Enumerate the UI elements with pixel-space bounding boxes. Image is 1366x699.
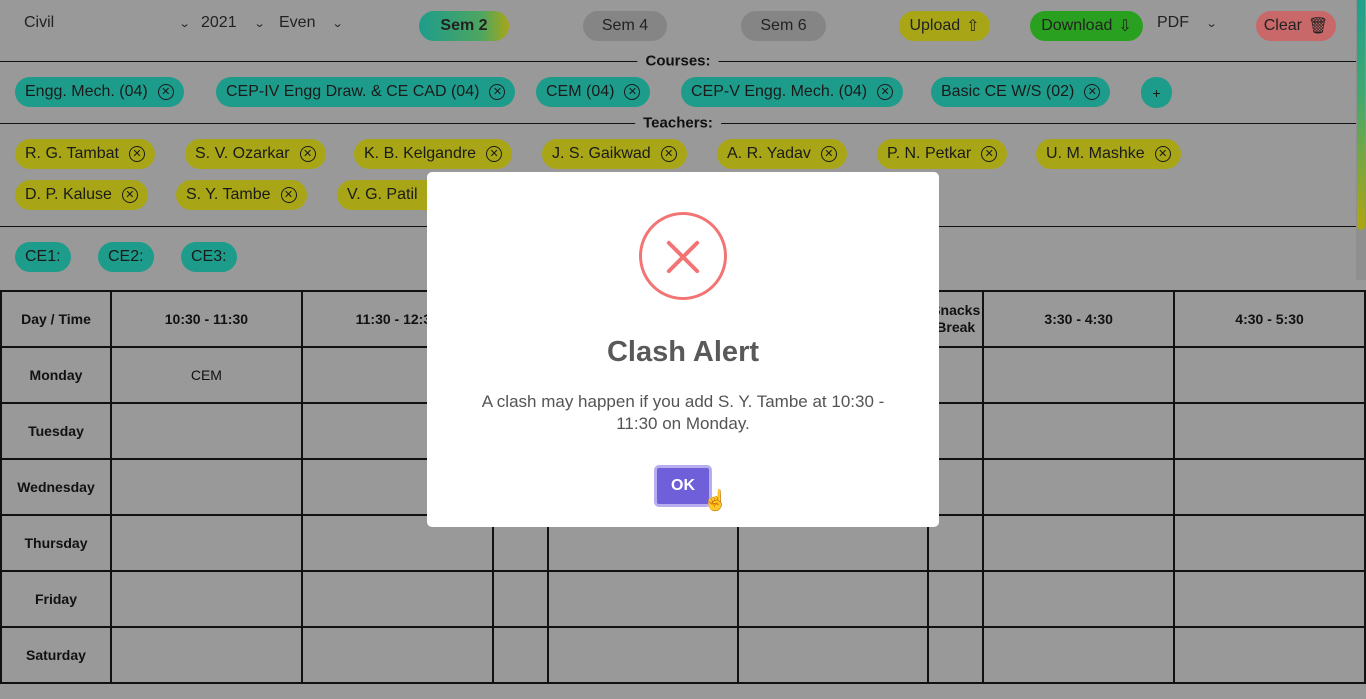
timetable-cell[interactable] — [927, 570, 985, 628]
timetable-cell[interactable] — [982, 458, 1176, 516]
course-chip[interactable]: CEP-IV Engg Draw. & CE CAD (04) ✕ — [216, 77, 516, 107]
sem-2-button[interactable]: Sem 2 — [419, 11, 509, 41]
day-label: Wednesday — [0, 458, 112, 516]
remove-icon[interactable]: ✕ — [981, 146, 998, 162]
teacher-chip[interactable]: R. G. Tambat ✕ — [15, 139, 155, 169]
day-label: Saturday — [0, 626, 112, 684]
download-button[interactable]: Download ⇩ — [1030, 11, 1143, 41]
remove-icon[interactable]: ✕ — [157, 84, 174, 100]
modal-title: Clash Alert — [606, 336, 760, 368]
teacher-chip[interactable]: P. N. Petkar ✕ — [877, 139, 1008, 169]
timetable-cell[interactable] — [109, 458, 303, 516]
timetable-cell[interactable] — [1173, 570, 1366, 628]
column-header: 3:30 - 4:30 — [982, 290, 1176, 348]
timetable-cell[interactable] — [1173, 346, 1366, 404]
upload-button[interactable]: Upload ⇧ — [899, 11, 990, 41]
teacher-chip[interactable]: S. V. Ozarkar ✕ — [185, 139, 326, 169]
remove-icon[interactable]: ✕ — [486, 146, 503, 162]
timetable-cell[interactable] — [300, 570, 494, 628]
remove-icon[interactable]: ✕ — [1084, 84, 1101, 100]
remove-icon[interactable]: ✕ — [128, 146, 145, 162]
teacher-chip[interactable]: S. Y. Tambe ✕ — [176, 180, 307, 210]
course-chip[interactable]: CEP-V Engg. Mech. (04) ✕ — [681, 77, 904, 107]
hand-cursor-icon: ☝ — [703, 490, 728, 512]
timetable-cell[interactable] — [546, 570, 740, 628]
teacher-chip[interactable]: D. P. Kaluse ✕ — [15, 180, 148, 210]
timetable-cell[interactable] — [982, 346, 1176, 404]
column-header: 10:30 - 11:30 — [109, 290, 303, 348]
timetable-cell[interactable] — [109, 570, 303, 628]
remove-icon[interactable]: ✕ — [877, 84, 894, 100]
format-select[interactable]: PDF ⌄ — [1157, 14, 1218, 32]
timetable-cell[interactable] — [491, 570, 549, 628]
timetable-cell[interactable] — [982, 514, 1176, 572]
remove-icon[interactable]: ✕ — [299, 146, 316, 162]
course-chip[interactable]: Engg. Mech. (04) ✕ — [15, 77, 184, 107]
timetable-cell[interactable] — [1173, 626, 1366, 684]
remove-icon[interactable]: ✕ — [820, 146, 837, 162]
remove-icon[interactable]: ✕ — [660, 146, 677, 162]
column-header: 4:30 - 5:30 — [1173, 290, 1366, 348]
remove-icon[interactable]: ✕ — [489, 84, 506, 100]
clash-alert-modal: Clash Alert A clash may happen if you ad… — [427, 172, 939, 527]
table-row: Saturday — [0, 626, 1366, 684]
remove-icon[interactable]: ✕ — [1154, 146, 1171, 162]
timetable-cell[interactable] — [546, 626, 740, 684]
timetable-cell[interactable] — [109, 402, 303, 460]
teacher-chip[interactable]: A. R. Yadav ✕ — [717, 139, 847, 169]
teacher-chip[interactable]: J. S. Gaikwad ✕ — [542, 139, 687, 169]
timetable-cell[interactable] — [737, 626, 930, 684]
trash-icon: 🗑 — [1307, 18, 1329, 35]
modal-message: A clash may happen if you add S. Y. Tamb… — [481, 392, 885, 433]
add-course-button[interactable]: + — [1141, 77, 1172, 108]
clear-button[interactable]: Clear 🗑 — [1256, 11, 1336, 41]
error-x-icon — [639, 212, 727, 300]
sem-6-button[interactable]: Sem 6 — [741, 11, 826, 41]
file-download-icon: ⇩ — [1118, 18, 1132, 35]
timetable-cell[interactable] — [300, 626, 494, 684]
class-chip-ce1[interactable]: CE1: — [15, 242, 71, 272]
chevron-down-icon: ⌄ — [332, 17, 345, 30]
scrollbar-thumb[interactable] — [1357, 0, 1365, 230]
sem-4-button[interactable]: Sem 4 — [583, 11, 667, 41]
timetable-cell[interactable] — [491, 626, 549, 684]
day-label: Monday — [0, 346, 112, 404]
day-label: Tuesday — [0, 402, 112, 460]
timetable-cell[interactable] — [982, 626, 1176, 684]
day-label: Thursday — [0, 514, 112, 572]
course-chip[interactable]: CEM (04) ✕ — [536, 77, 651, 107]
class-chip-ce2[interactable]: CE2: — [98, 242, 154, 272]
remove-icon[interactable]: ✕ — [624, 84, 641, 100]
chevron-down-icon: ⌄ — [253, 17, 266, 30]
column-header: Day / Time — [0, 290, 112, 348]
teachers-heading: Teachers: — [635, 114, 721, 132]
course-chip[interactable]: Basic CE W/S (02) ✕ — [931, 77, 1111, 107]
department-select[interactable]: Civil ⌄ — [24, 14, 191, 32]
teacher-chip[interactable]: K. B. Kelgandre ✕ — [354, 139, 513, 169]
year-select[interactable]: 2021 ⌄ — [201, 14, 266, 32]
timetable-cell[interactable] — [109, 514, 303, 572]
courses-heading: Courses: — [637, 52, 719, 70]
timetable-cell[interactable] — [927, 626, 985, 684]
chevron-down-icon: ⌄ — [1205, 17, 1218, 30]
day-label: Friday — [0, 570, 112, 628]
teacher-chip[interactable]: U. M. Mashke ✕ — [1036, 139, 1181, 169]
file-upload-icon: ⇧ — [966, 18, 980, 35]
timetable-cell[interactable] — [1173, 402, 1366, 460]
term-select[interactable]: Even ⌄ — [279, 14, 345, 32]
chevron-down-icon: ⌄ — [178, 17, 191, 30]
timetable-cell[interactable]: CEM — [109, 346, 303, 404]
table-row: Friday — [0, 570, 1366, 628]
timetable-cell[interactable] — [737, 570, 930, 628]
timetable-cell[interactable] — [1173, 514, 1366, 572]
class-chip-ce3[interactable]: CE3: — [181, 242, 237, 272]
remove-icon[interactable]: ✕ — [280, 187, 297, 203]
remove-icon[interactable]: ✕ — [121, 187, 138, 203]
timetable-cell[interactable] — [982, 570, 1176, 628]
timetable-cell[interactable] — [982, 402, 1176, 460]
timetable-cell[interactable] — [1173, 458, 1366, 516]
timetable-cell[interactable] — [109, 626, 303, 684]
